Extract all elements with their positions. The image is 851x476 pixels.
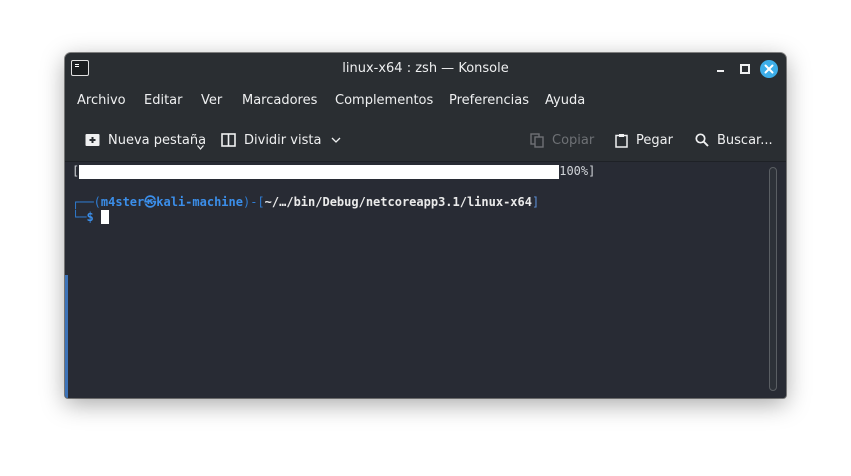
maximize-icon <box>740 64 750 74</box>
search-icon <box>695 133 709 147</box>
minimize-button[interactable] <box>712 61 728 77</box>
prompt-close-bracket: ] <box>531 195 540 209</box>
text-cursor <box>100 210 109 224</box>
paste-button[interactable]: Pegar <box>615 131 673 149</box>
prompt-host: kali-machine <box>156 195 243 209</box>
menu-preferencias[interactable]: Preferencias <box>449 93 529 108</box>
new-tab-menu-chevron-icon[interactable] <box>197 145 204 150</box>
close-button[interactable] <box>760 60 778 78</box>
new-tab-icon <box>85 134 100 146</box>
progress-line: [100%] <box>72 164 595 179</box>
konsole-window: linux-x64 : zsh — Konsole Archivo Editar… <box>65 53 786 398</box>
prompt-symbol: $ <box>86 210 94 224</box>
progress-bar <box>79 165 560 179</box>
new-tab-label: Nueva pestaña <box>108 132 207 148</box>
progress-percent: 100%] <box>559 164 596 178</box>
progress-open-bracket: [ <box>72 164 80 178</box>
minimize-icon <box>716 70 724 72</box>
menu-ayuda[interactable]: Ayuda <box>545 93 585 108</box>
split-view-button[interactable]: Dividir vista <box>221 131 341 149</box>
prompt-top-prefix: ┌──( <box>72 195 101 209</box>
prompt-line-bottom: └─$ <box>72 210 109 225</box>
copy-label: Copiar <box>552 132 595 148</box>
menubar: Archivo Editar Ver Marcadores Complement… <box>65 89 786 113</box>
prompt-at-symbol: ㉿ <box>144 195 157 209</box>
search-button[interactable]: Buscar... <box>695 131 773 149</box>
menu-complementos[interactable]: Complementos <box>335 93 433 108</box>
new-tab-button[interactable]: Nueva pestaña <box>85 131 206 149</box>
copy-button[interactable]: Copiar <box>530 131 594 149</box>
search-label: Buscar... <box>717 132 773 148</box>
prompt-user: m4ster <box>100 195 145 209</box>
paste-icon <box>615 133 628 148</box>
window-title: linux-x64 : zsh — Konsole <box>342 61 509 76</box>
menu-ver[interactable]: Ver <box>201 93 222 108</box>
prompt-path: ~/…/bin/Debug/netcoreapp3.1/linux-x64 <box>264 195 532 209</box>
toolbar: Nueva pestaña Dividir vista Copiar Pegar… <box>65 125 786 155</box>
menu-archivo[interactable]: Archivo <box>77 93 126 108</box>
paste-label: Pegar <box>636 132 673 148</box>
close-icon <box>764 64 774 74</box>
split-view-label: Dividir vista <box>244 132 322 148</box>
menu-marcadores[interactable]: Marcadores <box>242 93 317 108</box>
focus-indicator <box>65 275 68 398</box>
menu-editar[interactable]: Editar <box>144 93 183 108</box>
prompt-bottom-prefix: └─ <box>72 210 87 224</box>
terminal-area[interactable]: [100%] ┌──(m4ster㉿kali-machine)-[~/…/bin… <box>65 161 786 398</box>
copy-icon <box>530 132 544 148</box>
titlebar[interactable]: linux-x64 : zsh — Konsole <box>65 53 786 85</box>
chevron-down-icon <box>331 137 341 143</box>
maximize-button[interactable] <box>737 61 753 77</box>
prompt-mid: )-[ <box>242 195 265 209</box>
split-view-icon <box>221 133 236 147</box>
terminal-scrollbar[interactable] <box>769 167 777 391</box>
prompt-line-top: ┌──(m4ster㉿kali-machine)-[~/…/bin/Debug/… <box>72 195 539 210</box>
